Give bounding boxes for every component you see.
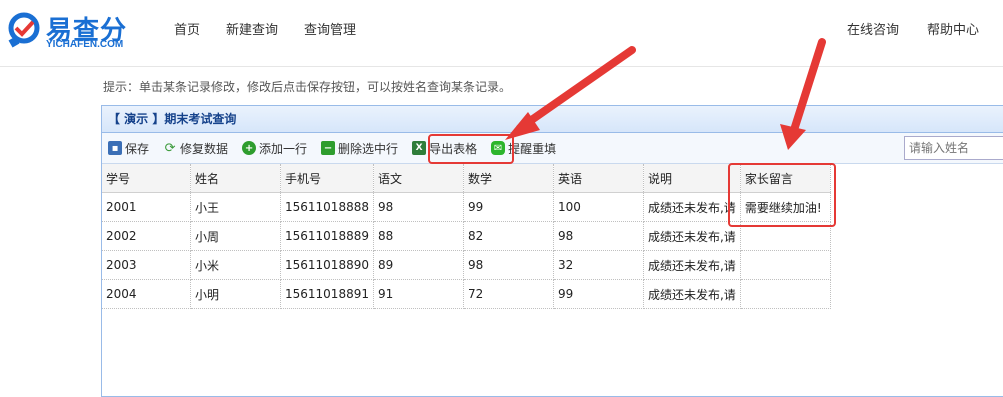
brand-sub: YICHAFEN.COM xyxy=(46,39,124,50)
panel-title: 【 演示 】期末考试查询 xyxy=(102,106,1003,133)
col-english[interactable]: 英语 xyxy=(553,164,644,193)
delete-rows-label: 删除选中行 xyxy=(338,141,399,156)
add-row-label: 添加一行 xyxy=(259,141,308,156)
repair-label: 修复数据 xyxy=(180,141,229,156)
repair-button[interactable]: ⟳ 修复数据 xyxy=(163,140,228,157)
secondary-nav: 在线咨询 帮助中心 xyxy=(847,19,979,38)
data-panel: 【 演示 】期末考试查询 ▪ 保存 ⟳ 修复数据 + 添加一行 − 删除选中行 … xyxy=(101,105,1003,397)
brand-logo[interactable]: 易查分 YICHAFEN.COM xyxy=(6,8,136,52)
cell[interactable]: 15611018889 xyxy=(280,221,374,251)
nav-new-query[interactable]: 新建查询 xyxy=(226,19,278,38)
col-student-id[interactable]: 学号 xyxy=(102,164,191,193)
header-divider xyxy=(0,66,1003,67)
save-label: 保存 xyxy=(125,141,150,156)
hint-text: 提示：单击某条记录修改，修改后点击保存按钮，可以按姓名查询某条记录。 xyxy=(103,80,512,94)
cell[interactable]: 15611018888 xyxy=(280,192,374,222)
plus-icon: + xyxy=(242,141,257,155)
table-row[interactable]: 2001 小王 15611018888 98 99 100 成绩还未发布,请 需… xyxy=(102,192,831,222)
cell[interactable]: 2003 xyxy=(102,250,191,280)
cell[interactable]: 小周 xyxy=(190,221,281,251)
cell[interactable]: 2002 xyxy=(102,221,191,251)
col-phone[interactable]: 手机号 xyxy=(280,164,374,193)
cell[interactable]: 98 xyxy=(463,250,554,280)
main-nav: 首页 新建查询 查询管理 xyxy=(174,19,356,38)
parent-message-highlight-box xyxy=(728,163,836,227)
table-row[interactable]: 2003 小米 15611018890 89 98 32 成绩还未发布,请 xyxy=(102,250,831,280)
name-search-input[interactable] xyxy=(904,136,1003,160)
cell[interactable] xyxy=(740,279,831,309)
col-chinese[interactable]: 语文 xyxy=(373,164,464,193)
cell[interactable] xyxy=(740,250,831,280)
score-table: 学号 姓名 手机号 语文 数学 英语 说明 家长留言 2001 小王 15611… xyxy=(102,164,831,309)
delete-rows-button[interactable]: − 删除选中行 xyxy=(321,140,398,157)
remind-label: 提醒重填 xyxy=(508,141,557,156)
cell[interactable]: 2004 xyxy=(102,279,191,309)
cell[interactable]: 2001 xyxy=(102,192,191,222)
refresh-icon: ⟳ xyxy=(164,140,176,156)
save-button[interactable]: ▪ 保存 xyxy=(108,140,149,157)
cell[interactable]: 成绩还未发布,请 xyxy=(643,192,741,222)
table-row[interactable]: 2004 小明 15611018891 91 72 99 成绩还未发布,请 xyxy=(102,279,831,309)
cell[interactable]: 98 xyxy=(373,192,464,222)
minus-icon: − xyxy=(321,141,336,155)
save-icon: ▪ xyxy=(108,141,122,155)
cell[interactable]: 小王 xyxy=(190,192,281,222)
table-row[interactable]: 2002 小周 15611018889 88 82 98 成绩还未发布,请 xyxy=(102,221,831,251)
toolbar: ▪ 保存 ⟳ 修复数据 + 添加一行 − 删除选中行 X 导出表格 ✉ 提醒重填 xyxy=(102,133,1003,164)
cell[interactable]: 99 xyxy=(463,192,554,222)
table-header-row: 学号 姓名 手机号 语文 数学 英语 说明 家长留言 xyxy=(102,164,831,193)
nav-help-center[interactable]: 帮助中心 xyxy=(927,19,979,38)
cell[interactable]: 98 xyxy=(553,221,644,251)
export-highlight-box xyxy=(428,134,514,164)
col-name[interactable]: 姓名 xyxy=(190,164,281,193)
col-math[interactable]: 数学 xyxy=(463,164,554,193)
add-row-button[interactable]: + 添加一行 xyxy=(242,140,307,157)
cell[interactable]: 小明 xyxy=(190,279,281,309)
cell[interactable]: 成绩还未发布,请 xyxy=(643,221,741,251)
excel-icon: X xyxy=(412,141,427,155)
cell[interactable]: 72 xyxy=(463,279,554,309)
cell[interactable]: 99 xyxy=(553,279,644,309)
col-note[interactable]: 说明 xyxy=(643,164,741,193)
cell[interactable]: 82 xyxy=(463,221,554,251)
nav-online-consult[interactable]: 在线咨询 xyxy=(847,19,899,38)
cell[interactable]: 15611018890 xyxy=(280,250,374,280)
cell[interactable]: 88 xyxy=(373,221,464,251)
nav-home[interactable]: 首页 xyxy=(174,19,200,38)
logo-icon xyxy=(8,12,40,48)
cell[interactable]: 91 xyxy=(373,279,464,309)
cell[interactable]: 小米 xyxy=(190,250,281,280)
cell[interactable]: 100 xyxy=(553,192,644,222)
top-header: 易查分 YICHAFEN.COM 首页 新建查询 查询管理 在线咨询 帮助中心 xyxy=(0,0,1003,56)
cell[interactable]: 成绩还未发布,请 xyxy=(643,250,741,280)
cell[interactable]: 成绩还未发布,请 xyxy=(643,279,741,309)
cell[interactable]: 15611018891 xyxy=(280,279,374,309)
nav-query-manage[interactable]: 查询管理 xyxy=(304,19,356,38)
cell[interactable]: 89 xyxy=(373,250,464,280)
cell[interactable]: 32 xyxy=(553,250,644,280)
